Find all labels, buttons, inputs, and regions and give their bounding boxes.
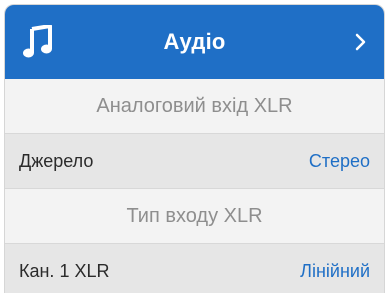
- chevron-right-icon[interactable]: [354, 31, 368, 53]
- setting-value[interactable]: Стерео: [309, 134, 370, 188]
- audio-settings-panel: Аудіо Аналоговий вхід XLR Джерело Стерео…: [4, 4, 385, 293]
- setting-label: Кан. 1 XLR: [19, 261, 110, 281]
- setting-value[interactable]: Лінійний: [300, 244, 370, 293]
- section-header-analog-xlr-input: Аналоговий вхід XLR: [5, 79, 384, 133]
- setting-row-ch1-xlr[interactable]: Кан. 1 XLR Лінійний: [5, 244, 384, 293]
- header-title: Аудіо: [163, 29, 226, 54]
- setting-row-source[interactable]: Джерело Стерео: [5, 134, 384, 188]
- section-header-xlr-input-type: Тип входу XLR: [5, 189, 384, 243]
- setting-label: Джерело: [19, 151, 94, 171]
- audio-header[interactable]: Аудіо: [5, 5, 384, 79]
